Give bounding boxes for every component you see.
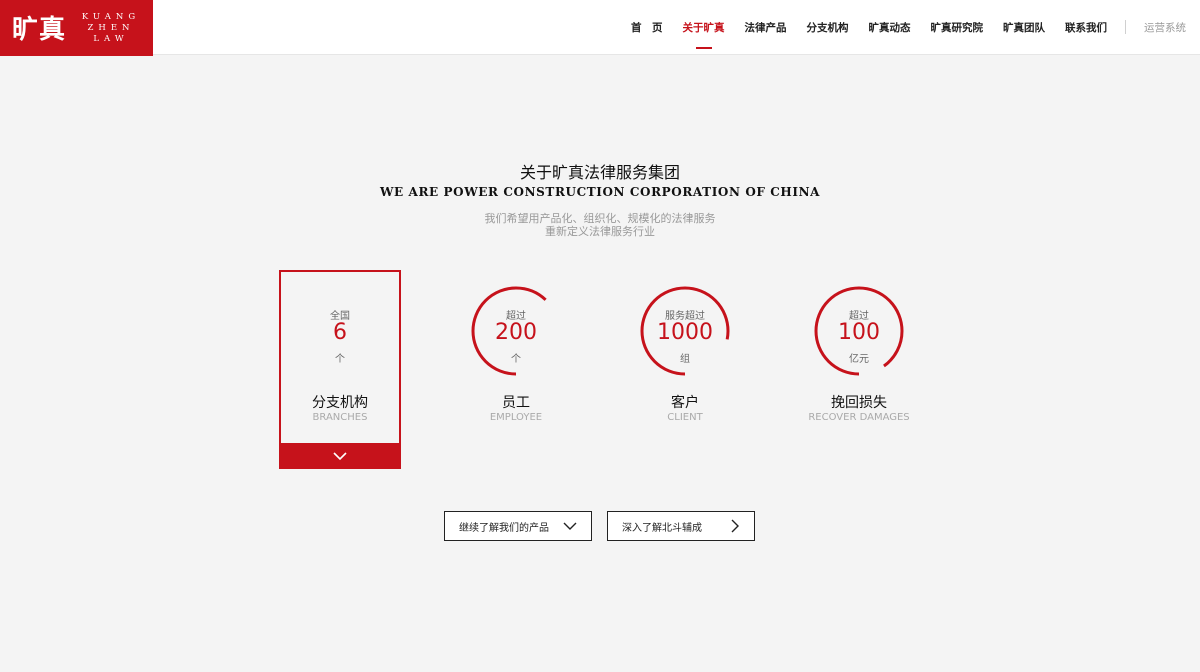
stat-card-branches[interactable]: 全国 6 个 分支机构 BRANCHES — [279, 270, 401, 469]
nav-divider — [1125, 20, 1126, 34]
stat-unit: 个 — [511, 354, 521, 365]
main-nav: 首 页 关于旷真 法律产品 分支机构 旷真动态 旷真研究院 旷真团队 联系我们 … — [611, 0, 1186, 54]
stat-value: 200 — [495, 320, 537, 345]
stat-card-recover-damages: 超过 100 亿元 挽回损失 RECOVER DAMAGES — [798, 270, 920, 469]
site-header: 旷真 KUANG ZHEN LAW 首 页 关于旷真 法律产品 分支机构 旷真动… — [0, 0, 1200, 56]
nav-item-team[interactable]: 旷真团队 — [1003, 20, 1045, 35]
stat-label-en: CLIENT — [667, 412, 703, 423]
logo-en-line: KUANG — [81, 12, 141, 22]
subtitle-line: 我们希望用产品化、组织化、规模化的法律服务 — [484, 212, 716, 225]
logo-en-line: ZHEN — [87, 23, 135, 33]
learn-beidou-button[interactable]: 深入了解北斗辅成 — [607, 511, 755, 541]
stat-label-en: EMPLOYEE — [489, 412, 543, 423]
logo-en-line: LAW — [93, 34, 129, 44]
stat-card-employee: 超过 200 个 员工 EMPLOYEE — [455, 270, 577, 469]
logo-cn-text: 旷真 — [12, 15, 67, 45]
stat-label: 客户 — [671, 395, 699, 411]
stat-unit: 亿元 — [849, 354, 869, 365]
nav-item-branches[interactable]: 分支机构 — [807, 20, 849, 35]
stat-label: 挽回损失 — [831, 395, 887, 411]
subtitle-line: 重新定义法律服务行业 — [545, 225, 655, 238]
stat-label-en: BRANCHES — [312, 412, 368, 423]
nav-item-operations-system[interactable]: 运营系统 — [1144, 20, 1186, 35]
chevron-down-icon — [333, 451, 347, 460]
brand-logo[interactable]: 旷真 KUANG ZHEN LAW — [0, 0, 153, 56]
stat-label: 员工 — [502, 395, 530, 411]
nav-item-institute[interactable]: 旷真研究院 — [931, 20, 984, 35]
stat-value: 1000 — [657, 320, 713, 345]
button-label: 深入了解北斗辅成 — [622, 522, 702, 534]
nav-item-about[interactable]: 关于旷真 — [683, 20, 725, 35]
section-title: 关于旷真法律服务集团 — [519, 163, 680, 182]
chevron-right-icon — [731, 519, 739, 533]
nav-item-news[interactable]: 旷真动态 — [869, 20, 911, 35]
button-label: 继续了解我们的产品 — [459, 522, 549, 534]
chevron-down-icon — [563, 522, 577, 530]
nav-item-home[interactable]: 首 页 — [631, 20, 663, 35]
stat-expand-button[interactable] — [279, 443, 401, 469]
learn-products-button[interactable]: 继续了解我们的产品 — [444, 511, 592, 541]
stat-unit: 个 — [335, 354, 345, 365]
section-title-en: WE ARE POWER CONSTRUCTION CORPORATION OF… — [379, 185, 821, 199]
section-subtitle: 我们希望用产品化、组织化、规模化的法律服务 重新定义法律服务行业 — [0, 212, 1200, 238]
stat-card-client: 服务超过 1000 组 客户 CLIENT — [624, 270, 746, 469]
stat-label: 分支机构 — [312, 395, 368, 411]
logo-en-text: KUANG ZHEN LAW — [80, 12, 142, 45]
nav-item-products[interactable]: 法律产品 — [745, 20, 787, 35]
nav-item-contact[interactable]: 联系我们 — [1065, 20, 1107, 35]
stat-value: 100 — [838, 320, 880, 345]
stat-value: 6 — [333, 320, 347, 345]
stat-unit: 组 — [680, 354, 690, 365]
stat-label-en: RECOVER DAMAGES — [808, 412, 910, 423]
